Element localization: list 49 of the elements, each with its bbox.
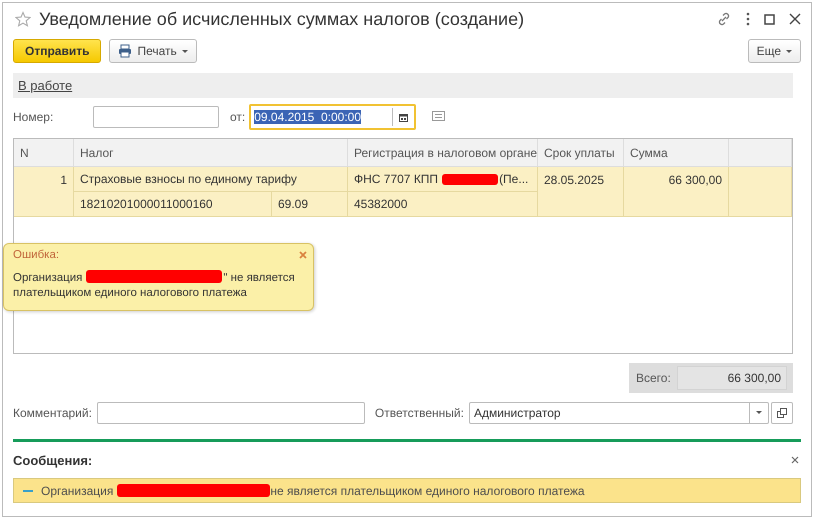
responsible-field[interactable]: Администратор [468,402,769,424]
caret-icon [182,50,188,52]
table-cell [729,167,792,217]
table-cell: 28.05.2025 [538,167,624,217]
more-button[interactable]: Еще [748,39,801,63]
date-field[interactable]: 09.04.2015 0:00:00 [249,104,416,130]
more-icon[interactable] [746,11,750,27]
printer-icon [118,44,132,58]
table-cell: ФНС 7707 КПП (Пе... [348,167,538,192]
number-field[interactable] [93,106,219,128]
table-cell: Страховые взносы по единому тарифу [74,167,348,192]
comment-icon[interactable] [432,111,446,121]
messages-title: Сообщения: [13,452,92,468]
send-button[interactable]: Отправить [13,39,102,63]
link-icon[interactable] [716,11,732,27]
totals-label: Всего: [635,371,672,385]
close-icon[interactable] [791,456,799,464]
status-link[interactable]: В работе [18,78,72,93]
error-message: Организация " не является плательщиком единого налогового платежа [12,269,296,301]
message-text: Организация не является плательщиком единого налогового платежа [41,484,585,498]
comment-field[interactable] [96,402,365,424]
popup-title: Ошибка: [13,249,60,261]
calendar-icon[interactable] [399,112,408,122]
caret-icon [786,50,792,52]
dash-icon [23,490,33,492]
field-label: от: [230,110,246,124]
column-header[interactable]: Сумма [624,139,729,167]
column-header[interactable]: Налог [74,139,348,167]
message-row[interactable]: Организация не является плательщиком единого налогового платежа [13,478,801,503]
print-button[interactable]: Печать [109,39,197,63]
table-cell: 1 [14,167,74,217]
caret-icon[interactable] [756,411,762,414]
field-label: Ответственный: [374,406,464,420]
table-cell: 69.09 [272,192,348,217]
open-icon[interactable] [777,408,787,418]
field-label: Комментарий: [13,406,92,420]
column-header[interactable]: N [14,139,74,167]
window-title: Уведомление об исчисленных суммах налогов (создание) [39,8,526,30]
table-cell: 45382000 [348,192,538,217]
table-cell: 18210201000011000160 [74,192,272,217]
field-label: Номер: [13,110,54,124]
table-cell: 66 300,00 [624,167,729,217]
column-header[interactable]: Срок уплаты [538,139,624,167]
totals-value: 66 300,00 [676,366,787,390]
maximize-icon[interactable] [764,14,775,24]
column-header [729,139,792,167]
column-header[interactable]: Регистрация в налоговом органе [348,139,538,167]
close-icon[interactable] [789,13,801,25]
star-icon[interactable] [15,11,31,27]
